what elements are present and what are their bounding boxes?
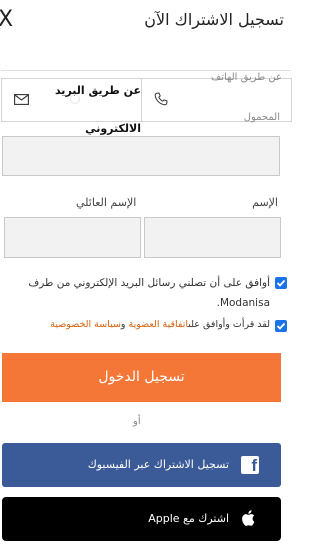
page-title: تسجيل الاشتراك الآن [144, 10, 284, 29]
method-mobile-label: المحمول [243, 112, 280, 123]
membership-agreement-link[interactable]: اتفاقية العضوية [129, 319, 189, 330]
terms-and: و [120, 319, 129, 330]
header: X تسجيل الاشتراك الآن [0, 0, 292, 44]
privacy-policy-link[interactable]: سياسة الخصوصية [50, 319, 121, 330]
first-name-label: الإسم [252, 196, 278, 209]
facebook-icon: f [241, 456, 259, 475]
facebook-signup-button[interactable]: تسجيل الاشتراك عبر الفيسبوك f [2, 443, 281, 487]
newsletter-checkbox[interactable] [275, 277, 287, 289]
login-button[interactable]: تسجيل الدخول [2, 353, 281, 402]
apple-icon [242, 510, 255, 526]
check-icon [276, 279, 286, 287]
first-name-field[interactable] [144, 217, 281, 258]
method-phone-label[interactable]: عن طريق الهاتف [211, 72, 282, 83]
last-name-field[interactable] [4, 217, 141, 258]
apple-signup-label: اشترك مع Apple [148, 512, 229, 525]
close-button[interactable]: X [0, 8, 13, 32]
newsletter-consent-text: أوافق على أن تصلني رسائل البريد الإلكترو… [28, 277, 270, 309]
last-name-label: الإسم العائلي [76, 196, 137, 209]
method-radio[interactable] [70, 94, 80, 104]
or-divider: أو [133, 416, 141, 427]
terms-prefix: لقد قرأت وأوافق على [188, 319, 270, 330]
facebook-signup-label: تسجيل الاشتراك عبر الفيسبوك [87, 458, 229, 471]
envelope-icon [14, 94, 29, 105]
check-icon [276, 322, 286, 330]
apple-signup-button[interactable]: اشترك مع Apple [2, 497, 281, 541]
contact-input[interactable] [2, 136, 280, 176]
phone-icon [154, 92, 168, 106]
terms-consent-text: لقد قرأت وأوافق علىاتفاقية العضوية وسياس… [2, 317, 270, 333]
terms-checkbox[interactable] [275, 320, 287, 332]
